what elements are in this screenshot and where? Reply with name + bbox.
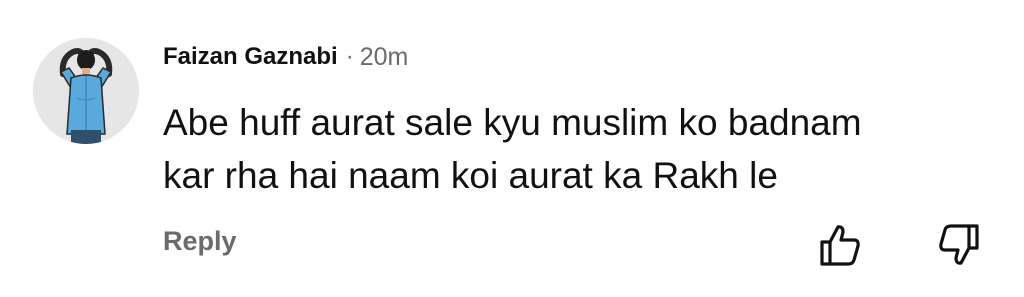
upvote-button[interactable] [816, 222, 862, 268]
avatar[interactable] [33, 38, 139, 144]
comment-card: Faizan Gaznabi · 20m Abe huff aurat sale… [0, 0, 1024, 297]
comment-line: kar rha hai naam koi aurat ka Rakh le [163, 155, 778, 196]
comment-meta: Faizan Gaznabi · 20m [163, 40, 408, 74]
author-name[interactable]: Faizan Gaznabi [163, 43, 338, 71]
avatar-person-icon [33, 38, 139, 144]
comment-line: Abe huff aurat sale kyu muslim ko badnam [163, 102, 862, 143]
thumbs-up-icon [820, 225, 860, 266]
thumbs-down-icon [939, 224, 979, 265]
reply-button[interactable]: Reply [163, 226, 237, 257]
comment-body: Abe huff aurat sale kyu muslim ko badnam… [163, 96, 983, 202]
meta-separator: · [345, 43, 354, 70]
timestamp: 20m [359, 42, 409, 71]
downvote-button[interactable] [937, 222, 983, 268]
